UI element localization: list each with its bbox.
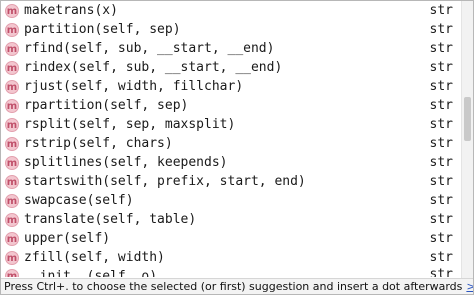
completion-type: str bbox=[429, 22, 453, 37]
completion-signature: rsplit(self, sep, maxsplit) bbox=[24, 117, 236, 132]
method-icon: m bbox=[5, 22, 19, 37]
method-icon: m bbox=[5, 155, 19, 170]
completion-signature: rstrip(self, chars) bbox=[24, 136, 173, 151]
completion-signature: translate(self, table) bbox=[24, 212, 197, 227]
completion-hint-bar: Press Ctrl+. to choose the selected (or … bbox=[1, 278, 473, 294]
completion-type: str bbox=[429, 193, 453, 208]
completion-type: str bbox=[429, 212, 453, 227]
completion-type: str bbox=[429, 267, 453, 277]
completion-item[interactable]: m splitlines(self, keepends) str bbox=[1, 153, 461, 172]
method-icon: m bbox=[5, 269, 19, 277]
method-icon: m bbox=[5, 250, 19, 265]
completion-item[interactable]: m startswith(self, prefix, start, end) s… bbox=[1, 172, 461, 191]
completion-signature: __init__(self, o) bbox=[24, 269, 158, 277]
completion-signature: rindex(self, sub, __start, __end) bbox=[24, 60, 283, 75]
method-icon: m bbox=[5, 136, 19, 151]
completion-item[interactable]: m upper(self) str bbox=[1, 229, 461, 248]
completion-item[interactable]: m rjust(self, width, fillchar) str bbox=[1, 77, 461, 96]
vertical-scrollbar[interactable] bbox=[461, 1, 473, 278]
completion-item[interactable]: m rstrip(self, chars) str bbox=[1, 134, 461, 153]
method-icon: m bbox=[5, 41, 19, 56]
completion-item[interactable]: m rfind(self, sub, __start, __end) str bbox=[1, 39, 461, 58]
completion-list: m maketrans(x) str m partition(self, sep… bbox=[1, 1, 461, 278]
completion-signature: rjust(self, width, fillchar) bbox=[24, 79, 244, 94]
completion-type: str bbox=[429, 98, 453, 113]
completion-item[interactable]: m zfill(self, width) str bbox=[1, 248, 461, 267]
completion-item[interactable]: m translate(self, table) str bbox=[1, 210, 461, 229]
method-icon: m bbox=[5, 193, 19, 208]
completion-type: str bbox=[429, 250, 453, 265]
method-icon: m bbox=[5, 60, 19, 75]
completion-type: str bbox=[429, 136, 453, 151]
completion-type: str bbox=[429, 155, 453, 170]
completion-item[interactable]: m swapcase(self) str bbox=[1, 191, 461, 210]
completion-type: str bbox=[429, 41, 453, 56]
completion-signature: maketrans(x) bbox=[24, 3, 118, 18]
completion-type: str bbox=[429, 79, 453, 94]
completion-type: str bbox=[429, 3, 453, 18]
completion-popup: m maketrans(x) str m partition(self, sep… bbox=[0, 0, 474, 295]
method-icon: m bbox=[5, 3, 19, 18]
completion-type: str bbox=[429, 174, 453, 189]
completion-type: str bbox=[429, 117, 453, 132]
scrollbar-thumb[interactable] bbox=[464, 97, 471, 141]
completion-signature: rpartition(self, sep) bbox=[24, 98, 189, 113]
completion-item[interactable]: m rsplit(self, sep, maxsplit) str bbox=[1, 115, 461, 134]
method-icon: m bbox=[5, 174, 19, 189]
completion-signature: rfind(self, sub, __start, __end) bbox=[24, 41, 275, 56]
completion-signature: swapcase(self) bbox=[24, 193, 134, 208]
more-link[interactable]: >> bbox=[466, 280, 473, 293]
completion-signature: zfill(self, width) bbox=[24, 250, 165, 265]
method-icon: m bbox=[5, 117, 19, 132]
completion-type: str bbox=[429, 60, 453, 75]
completion-signature: upper(self) bbox=[24, 231, 111, 246]
method-icon: m bbox=[5, 79, 19, 94]
completion-signature: startswith(self, prefix, start, end) bbox=[24, 174, 306, 189]
completion-item[interactable]: m __init__(self, o) str bbox=[1, 267, 461, 277]
completion-signature: partition(self, sep) bbox=[24, 22, 181, 37]
method-icon: m bbox=[5, 98, 19, 113]
completion-item[interactable]: m rindex(self, sub, __start, __end) str bbox=[1, 58, 461, 77]
completion-signature: splitlines(self, keepends) bbox=[24, 155, 228, 170]
completion-item[interactable]: m partition(self, sep) str bbox=[1, 20, 461, 39]
completion-type: str bbox=[429, 231, 453, 246]
hint-text: Press Ctrl+. to choose the selected (or … bbox=[4, 280, 463, 293]
method-icon: m bbox=[5, 231, 19, 246]
completion-item[interactable]: m maketrans(x) str bbox=[1, 1, 461, 20]
completion-item[interactable]: m rpartition(self, sep) str bbox=[1, 96, 461, 115]
method-icon: m bbox=[5, 212, 19, 227]
